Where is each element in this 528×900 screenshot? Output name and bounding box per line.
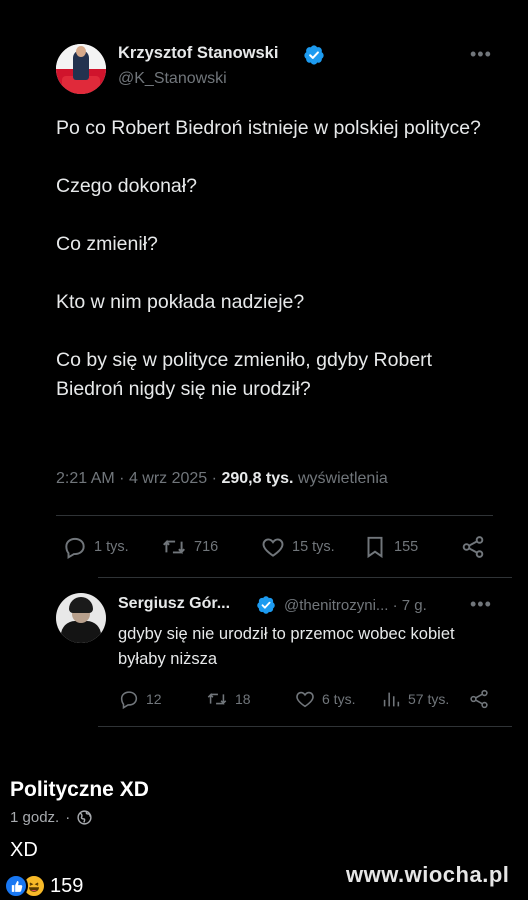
- like-count: 15 tys.: [292, 539, 335, 555]
- reply-actions: 12 18 6 tys. 57 tys.: [118, 685, 498, 713]
- post-time-label[interactable]: 1 godz.: [10, 809, 59, 826]
- like-icon: [296, 691, 314, 708]
- retweet-icon: [163, 539, 185, 555]
- views-count: 290,8 tys.: [221, 470, 294, 487]
- reply-button[interactable]: 12: [118, 685, 162, 713]
- share-button[interactable]: [468, 685, 490, 713]
- reaction-count: 159: [50, 874, 84, 897]
- retweet-button[interactable]: 18: [205, 685, 251, 713]
- post-time: 1 godz. ·: [10, 809, 93, 826]
- post-title[interactable]: Polityczne XD: [10, 778, 149, 802]
- reply-button[interactable]: 1 tys.: [62, 530, 129, 564]
- globe-icon: [77, 810, 92, 825]
- reply-count: 1 tys.: [94, 539, 129, 555]
- reply-text: gdyby się nie urodził to przemoc wobec k…: [118, 625, 455, 668]
- share-icon: [470, 689, 488, 709]
- tweet-date[interactable]: 4 wrz 2025: [129, 470, 207, 487]
- tweet-actions: 1 tys. 716 15 tys. 155: [56, 530, 496, 564]
- reply-count: 12: [146, 691, 162, 707]
- divider: [56, 515, 493, 516]
- share-icon: [462, 536, 484, 558]
- bookmark-icon: [367, 536, 383, 559]
- like-button[interactable]: 6 tys.: [294, 685, 355, 713]
- like-icon: [262, 538, 284, 557]
- separator-dot: ·: [65, 809, 71, 826]
- reactions-bar[interactable]: 159: [4, 873, 83, 899]
- retweet-button[interactable]: 716: [160, 530, 218, 564]
- divider: [98, 726, 512, 727]
- more-icon[interactable]: •••: [470, 594, 492, 615]
- reply-avatar[interactable]: [56, 593, 106, 643]
- views-icon: [383, 692, 400, 707]
- reply-author-name[interactable]: Sergiusz Gór...: [118, 595, 230, 613]
- views-count: 57 tys.: [408, 691, 450, 707]
- retweet-count: 18: [235, 691, 251, 707]
- post-caption: XD: [10, 839, 38, 861]
- divider: [98, 577, 512, 578]
- reply-icon: [65, 537, 85, 560]
- verified-badge-icon: [304, 45, 324, 65]
- reply-handle[interactable]: @thenitrozyni... · 7 g.: [284, 597, 427, 614]
- bookmark-count: 155: [394, 539, 419, 555]
- author-avatar[interactable]: [56, 44, 106, 94]
- author-name[interactable]: Krzysztof Stanowski: [118, 44, 278, 63]
- author-handle[interactable]: @K_Stanowski: [118, 70, 227, 88]
- site-watermark: www.wiocha.pl: [346, 862, 510, 887]
- views-button[interactable]: 57 tys.: [380, 685, 449, 713]
- tweet-meta: 2:21 AM · 4 wrz 2025 · 290,8 tys. wyświe…: [56, 470, 388, 487]
- like-button[interactable]: 15 tys.: [260, 530, 335, 564]
- views-label: wyświetlenia: [297, 470, 388, 487]
- retweet-icon: [207, 692, 227, 706]
- bookmark-button[interactable]: 155: [362, 530, 418, 564]
- like-count: 6 tys.: [322, 691, 356, 707]
- more-icon[interactable]: •••: [470, 44, 492, 65]
- verified-badge-icon: [257, 596, 275, 614]
- retweet-count: 716: [194, 539, 219, 555]
- tweet-time[interactable]: 2:21 AM: [56, 470, 115, 487]
- like-reaction-icon: [4, 874, 28, 898]
- share-button[interactable]: [460, 530, 486, 564]
- tweet-text: Po co Robert Biedroń istnieje w polskiej…: [56, 117, 481, 400]
- reply-icon: [120, 691, 138, 710]
